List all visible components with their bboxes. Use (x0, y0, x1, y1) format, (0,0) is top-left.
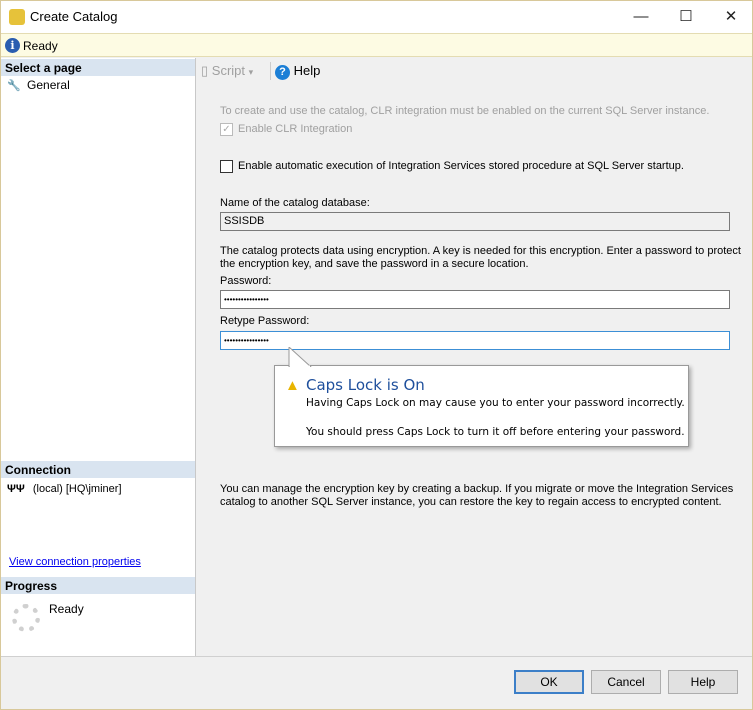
connection-text: (local) [HQ\jminer] (32, 483, 122, 495)
progress-spinner-icon (12, 604, 40, 632)
minimize-button[interactable]: — (621, 5, 661, 29)
sidebar-item-label: General (27, 78, 70, 92)
enable-clr-checkbox[interactable]: ✓ (220, 123, 233, 136)
connection-header: Connection (1, 461, 195, 478)
status-text: Ready (23, 39, 58, 53)
auto-exec-label: Enable automatic execution of Integratio… (238, 160, 684, 172)
wrench-icon: 🔧 (7, 80, 21, 92)
view-connection-properties-link[interactable]: View connection properties (9, 556, 141, 568)
db-name-label: Name of the catalog database: (220, 197, 370, 209)
title-bar: Create Catalog — ☐ ✕ (1, 1, 752, 33)
catalog-app-icon (9, 9, 25, 25)
backup-note-1: You can manage the encryption key by cre… (220, 483, 734, 495)
main-pane: ▯ Script ▾ ? Help To create and use the … (197, 58, 752, 656)
status-bar: i Ready (1, 33, 752, 57)
connection-info: ΨΨ (local) [HQ\jminer] (7, 483, 122, 495)
cancel-button[interactable]: Cancel (591, 670, 661, 694)
close-button[interactable]: ✕ (711, 5, 751, 29)
caps-lock-tooltip: ▲ Caps Lock is On Having Caps Lock on ma… (274, 347, 689, 447)
window-title: Create Catalog (30, 9, 118, 24)
toolbar: ▯ Script ▾ ? Help (201, 62, 741, 82)
progress-header: Progress (1, 577, 195, 594)
help-button[interactable]: Help (668, 670, 738, 694)
script-icon: ▯ (201, 63, 209, 78)
retype-password-label: Retype Password: (220, 315, 310, 327)
progress-status: Ready (49, 602, 84, 616)
maximize-button[interactable]: ☐ (666, 5, 706, 29)
tooltip-pointer (288, 347, 312, 367)
info-icon: i (5, 38, 20, 53)
left-pane: Select a page 🔧 General Connection ΨΨ (l… (1, 58, 196, 656)
toolbar-divider (270, 62, 271, 80)
tooltip-title: Caps Lock is On (306, 376, 425, 394)
tooltip-line-1: Having Caps Lock on may cause you to ent… (306, 397, 685, 409)
footer-divider (1, 656, 752, 657)
warning-icon: ▲ (285, 377, 300, 394)
db-name-field[interactable]: SSISDB (220, 212, 730, 231)
auto-exec-checkbox[interactable] (220, 160, 233, 173)
encryption-note-1: The catalog protects data using encrypti… (220, 245, 741, 257)
password-label: Password: (220, 275, 272, 287)
help-icon: ? (275, 65, 290, 80)
create-catalog-dialog: Create Catalog — ☐ ✕ i Ready Select a pa… (0, 0, 753, 710)
help-toolbar-button[interactable]: ? Help (275, 63, 320, 80)
encryption-note-2: the encryption key, and save the passwor… (220, 258, 529, 270)
tooltip-line-2: You should press Caps Lock to turn it of… (306, 426, 685, 438)
backup-note-2: catalog to another SQL Server instance, … (220, 496, 722, 508)
ok-button[interactable]: OK (514, 670, 584, 694)
select-page-header: Select a page (1, 59, 195, 76)
enable-clr-label: Enable CLR Integration (238, 123, 353, 135)
sidebar-item-general[interactable]: 🔧 General (7, 78, 70, 92)
clr-note: To create and use the catalog, CLR integ… (220, 105, 710, 117)
connection-plug-icon: ΨΨ (7, 483, 25, 495)
script-button[interactable]: ▯ Script ▾ (201, 63, 253, 79)
password-field[interactable]: •••••••••••••••• (220, 290, 730, 309)
